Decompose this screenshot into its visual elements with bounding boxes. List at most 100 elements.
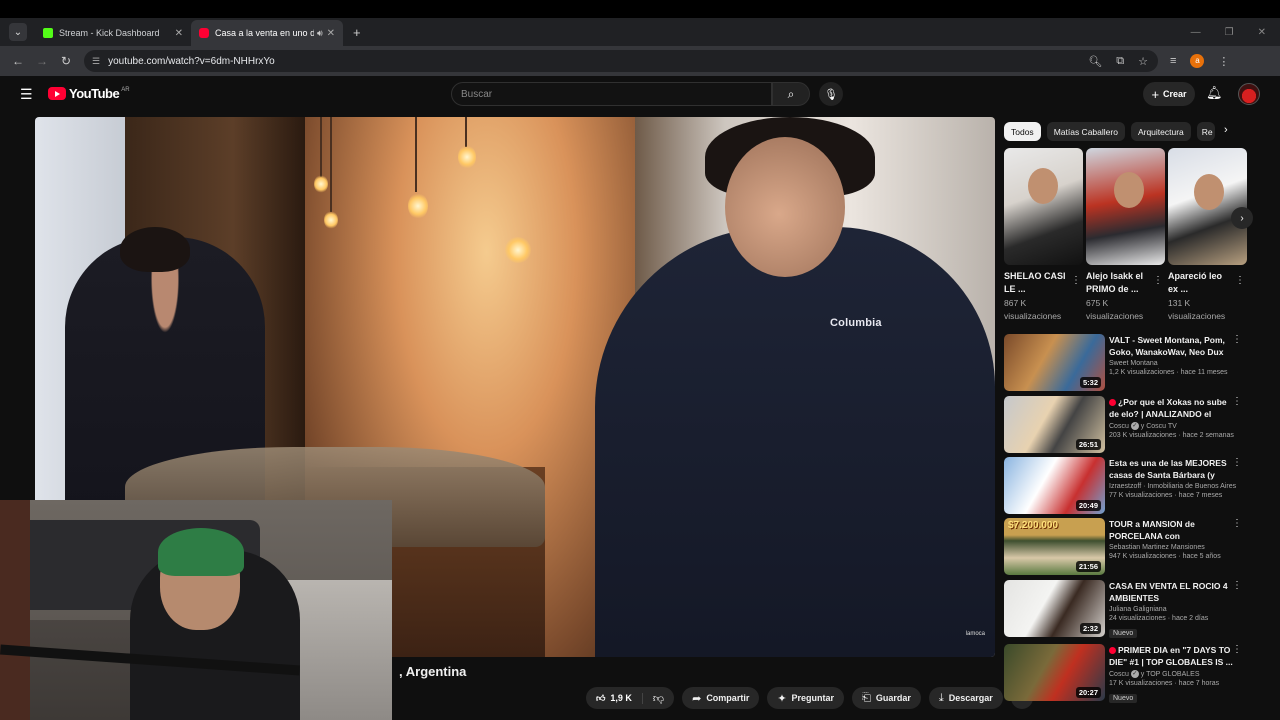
bookmark-star-icon[interactable]: ☆ — [1138, 55, 1148, 68]
new-tab-icon[interactable]: + — [353, 25, 361, 40]
back-arrow-icon[interactable]: ← — [6, 54, 30, 68]
short-thumbnail[interactable] — [1168, 148, 1247, 265]
short-item[interactable]: SHELAO CASI LE ... 867 K visualizaciones… — [1004, 148, 1083, 322]
recommended-video[interactable]: 20:49 Esta es una de las MEJORES casas d… — [1004, 457, 1254, 515]
video-thumbnail[interactable]: 20:27 — [1004, 644, 1105, 701]
save-button[interactable]: ⎗ Guardar — [852, 687, 921, 709]
like-button[interactable]: 👍︎ 1,9 K — [586, 692, 643, 704]
search-input[interactable] — [461, 88, 771, 100]
cast-icon[interactable]: ⧉ — [1116, 55, 1124, 68]
short-views: 867 K visualizaciones — [1004, 298, 1062, 321]
minimize-icon[interactable]: — — [1191, 27, 1201, 38]
more-options-icon[interactable]: ⋮ — [1232, 518, 1242, 529]
channel-name[interactable]: Sweet Montana — [1109, 360, 1234, 367]
search-icon: ⌕ — [787, 86, 795, 101]
short-thumbnail[interactable] — [1086, 148, 1165, 265]
media-control-icon[interactable]: ≡ — [1170, 55, 1176, 67]
short-title[interactable]: SHELAO CASI LE ... — [1004, 270, 1070, 295]
youtube-play-icon — [48, 87, 66, 100]
download-icon: ⤓ — [938, 691, 944, 704]
reload-icon[interactable]: ↻ — [54, 54, 78, 68]
video-thumbnail[interactable]: 26:51 — [1004, 396, 1105, 453]
video-title[interactable]: ¿Por que el Xokas no sube de elo? | ANAL… — [1109, 397, 1234, 420]
recommended-video[interactable]: $7.200.000 21:56 TOUR a MANSION de PORCEL… — [1004, 518, 1254, 576]
browser-tab-youtube[interactable]: Casa a la venta en uno de l 🔊︎ ✕ — [191, 20, 343, 46]
recommended-video[interactable]: 2:32 CASA EN VENTA EL ROCIO 4 AMBIENTES … — [1004, 580, 1254, 638]
close-tab-icon[interactable]: ✕ — [327, 28, 335, 39]
more-options-icon[interactable]: ⋮ — [1232, 644, 1242, 655]
video-meta: 203 K visualizaciones · hace 2 semanas — [1109, 432, 1234, 439]
ask-button[interactable]: ✦ Preguntar — [767, 687, 845, 709]
video-meta: 947 K visualizaciones · hace 5 años — [1109, 553, 1221, 560]
recommended-video[interactable]: 26:51 ¿Por que el Xokas no sube de elo? … — [1004, 396, 1254, 454]
video-title[interactable]: Esta es una de las MEJORES casas de Sant… — [1109, 458, 1234, 481]
voice-search-button[interactable]: 🎙︎ — [819, 82, 843, 106]
recommended-video[interactable]: 20:27 PRIMER DIA en "7 DAYS TO DIE" #1 |… — [1004, 644, 1254, 703]
recommended-video[interactable]: 5:32 VALT - Sweet Montana, Pom, Goko, Wa… — [1004, 334, 1254, 392]
more-options-icon[interactable]: ⋮ — [1232, 457, 1242, 468]
video-title[interactable]: PRIMER DIA en "7 DAYS TO DIE" #1 | TOP G… — [1109, 645, 1234, 668]
bulb — [458, 145, 476, 169]
short-title[interactable]: Alejo Isakk el PRIMO de ... — [1086, 270, 1152, 295]
short-menu-icon[interactable]: ⋮ — [1235, 275, 1245, 286]
address-bar[interactable]: ☰ youtube.com/watch?v=6dm-NHHrxYo 🔍︎ ⧉ ☆ — [84, 50, 1158, 72]
account-avatar[interactable] — [1238, 83, 1260, 105]
more-options-icon[interactable]: ⋮ — [1232, 396, 1242, 407]
duration: 5:32 — [1079, 377, 1101, 388]
short-menu-icon[interactable]: ⋮ — [1071, 275, 1081, 286]
new-badge: Nuevo — [1109, 694, 1138, 703]
close-window-icon[interactable]: ✕ — [1258, 27, 1266, 38]
site-info-icon[interactable]: ☰ — [92, 56, 100, 67]
download-button[interactable]: ⤓ Descargar — [928, 687, 1003, 709]
more-options-icon[interactable]: ⋮ — [1232, 334, 1242, 345]
logo-text: YouTube — [69, 86, 120, 101]
channel-name[interactable]: Sebastian Martinez Mansiones — [1109, 544, 1234, 551]
more-options-icon[interactable]: ⋮ — [1232, 580, 1242, 591]
search-button[interactable]: ⌕ — [772, 82, 810, 106]
filter-chips: Todos Matías Caballero Arquitectura Re — [1004, 122, 1215, 141]
browser-menu-icon[interactable]: ⋮ — [1218, 55, 1229, 68]
close-tab-icon[interactable]: ✕ — [175, 28, 183, 39]
tab-title: Stream - Kick Dashboard — [59, 28, 160, 38]
like-dislike-group: 👍︎ 1,9 K 👎︎ — [586, 687, 675, 709]
youtube-logo[interactable]: YouTube AR — [48, 86, 130, 101]
zoom-search-icon[interactable]: 🔍︎ — [1088, 55, 1102, 68]
channel-name[interactable]: Juliana Galigniana — [1109, 606, 1234, 613]
browser-tab-kick[interactable]: Stream - Kick Dashboard ✕ — [35, 20, 191, 46]
channel-name[interactable]: Coscu ✓ y Coscu TV — [1109, 422, 1234, 430]
share-button[interactable]: ➦ Compartir — [682, 687, 760, 709]
chip-more[interactable]: Re — [1196, 122, 1215, 141]
forward-arrow-icon[interactable]: → — [30, 54, 54, 68]
menu-icon[interactable]: ☰ — [20, 86, 33, 103]
shorts-next-chevron-icon[interactable]: › — [1231, 207, 1253, 229]
short-item[interactable]: Alejo Isakk el PRIMO de ... 675 K visual… — [1086, 148, 1165, 322]
video-thumbnail[interactable]: 2:32 — [1004, 580, 1105, 637]
chip-todos[interactable]: Todos — [1004, 122, 1041, 141]
video-title[interactable]: CASA EN VENTA EL ROCIO 4 AMBIENTES — [1109, 581, 1234, 604]
create-button[interactable]: + Crear — [1143, 82, 1195, 106]
page-scrollbar[interactable] — [1272, 112, 1280, 720]
window-controls: — ❐ ✕ — [1191, 27, 1266, 38]
video-title[interactable]: VALT - Sweet Montana, Pom, Goko, WanakoW… — [1109, 335, 1234, 358]
notifications-bell-icon[interactable]: 🔔︎ — [1206, 85, 1223, 101]
short-menu-icon[interactable]: ⋮ — [1153, 275, 1163, 286]
tab-search-chevron-icon[interactable]: ⌄ — [9, 23, 27, 41]
audio-playing-icon[interactable]: 🔊︎ — [317, 28, 323, 39]
short-thumbnail[interactable] — [1004, 148, 1083, 265]
region-code: AR — [121, 86, 130, 93]
video-thumbnail[interactable]: 5:32 — [1004, 334, 1105, 391]
short-title[interactable]: Apareció leo ex ... — [1168, 270, 1234, 295]
profile-icon[interactable]: a — [1190, 54, 1205, 68]
chip-arquitectura[interactable]: Arquitectura — [1130, 122, 1191, 141]
chip-matias-caballero[interactable]: Matías Caballero — [1046, 122, 1125, 141]
video-thumbnail[interactable]: 20:49 — [1004, 457, 1105, 514]
dislike-button[interactable]: 👎︎ — [643, 692, 674, 705]
channel-name[interactable]: Coscu ✓ y TOP GLOBALES — [1109, 670, 1234, 678]
channel-name[interactable]: Izraestzoff · Inmobiliaria de Buenos Air… — [1109, 483, 1236, 490]
chips-next-chevron-icon[interactable]: › — [1224, 124, 1228, 136]
video-thumbnail[interactable]: $7.200.000 21:56 — [1004, 518, 1105, 575]
short-item[interactable]: Apareció leo ex ... 131 K visualizacione… — [1168, 148, 1247, 322]
thumbs-up-icon: 👍︎ — [596, 692, 606, 703]
restore-icon[interactable]: ❐ — [1225, 27, 1234, 38]
video-title[interactable]: TOUR a MANSION de PORCELANA con ESCALERA… — [1109, 519, 1234, 542]
